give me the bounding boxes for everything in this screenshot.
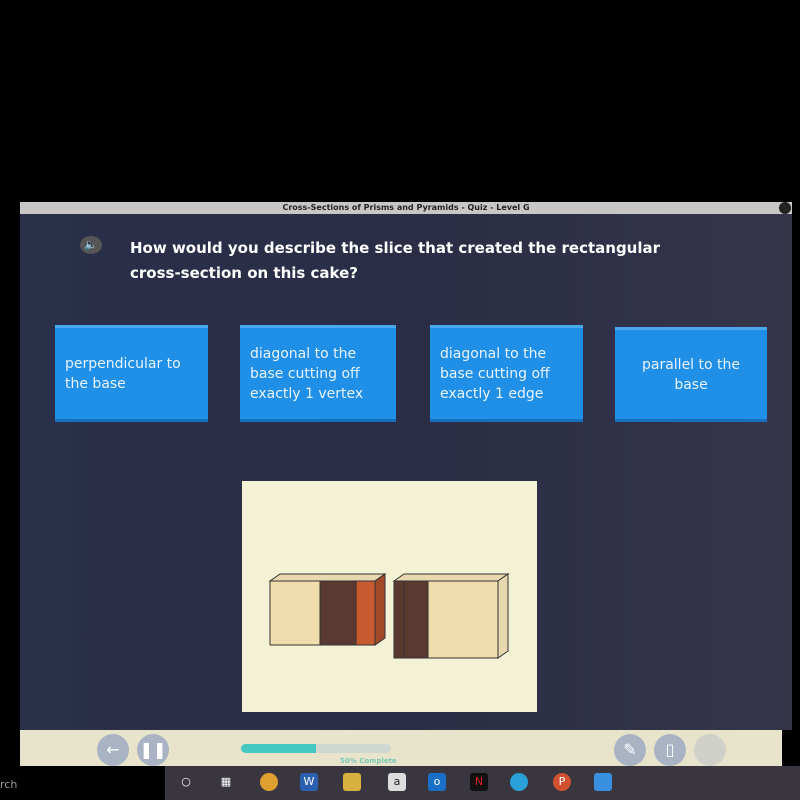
question-text: How would you describe the slice that cr…: [130, 239, 661, 282]
word-icon[interactable]: W: [300, 773, 318, 791]
search-box[interactable]: rch: [0, 778, 17, 791]
answer-option-3[interactable]: diagonal to the base cutting off exactly…: [430, 325, 583, 422]
pause-button[interactable]: ❚❚: [137, 734, 169, 766]
progress-fill: [241, 744, 316, 753]
window-control-button[interactable]: [779, 202, 791, 214]
answer-option-4[interactable]: parallel to the base: [615, 327, 767, 422]
pencil-icon[interactable]: ✎: [614, 734, 646, 766]
cake-pieces-image: [268, 573, 510, 659]
progress-label: 50% Complete: [340, 757, 397, 765]
speaker-icon[interactable]: 🔈: [80, 236, 102, 254]
edge-icon[interactable]: [510, 773, 528, 791]
netflix-icon[interactable]: N: [470, 773, 488, 791]
cortana-icon[interactable]: ○: [177, 773, 195, 791]
answer-label: perpendicular to the base: [65, 355, 181, 392]
progress-bar: [241, 744, 391, 753]
answer-option-1[interactable]: perpendicular to the base: [55, 325, 208, 422]
amazon-icon[interactable]: a: [388, 773, 406, 791]
calculator-icon[interactable]: [694, 734, 726, 766]
file-explorer-icon[interactable]: [343, 773, 361, 791]
cake-illustration: [242, 481, 537, 712]
powerpoint-icon[interactable]: P: [553, 773, 571, 791]
chrome-icon[interactable]: [260, 773, 278, 791]
outlook-icon[interactable]: o: [428, 773, 446, 791]
task-view-icon[interactable]: ▦: [217, 773, 235, 791]
back-button[interactable]: ←: [97, 734, 129, 766]
answer-option-2[interactable]: diagonal to the base cutting off exactly…: [240, 325, 396, 422]
answer-label: diagonal to the base cutting off exactly…: [440, 345, 550, 402]
window-title: Cross-Sections of Prisms and Pyramids - …: [20, 202, 792, 214]
zoom-icon[interactable]: [594, 773, 612, 791]
answer-label: diagonal to the base cutting off exactly…: [250, 345, 364, 402]
answer-label: parallel to the base: [641, 356, 740, 393]
notepad-icon[interactable]: ▯: [654, 734, 686, 766]
